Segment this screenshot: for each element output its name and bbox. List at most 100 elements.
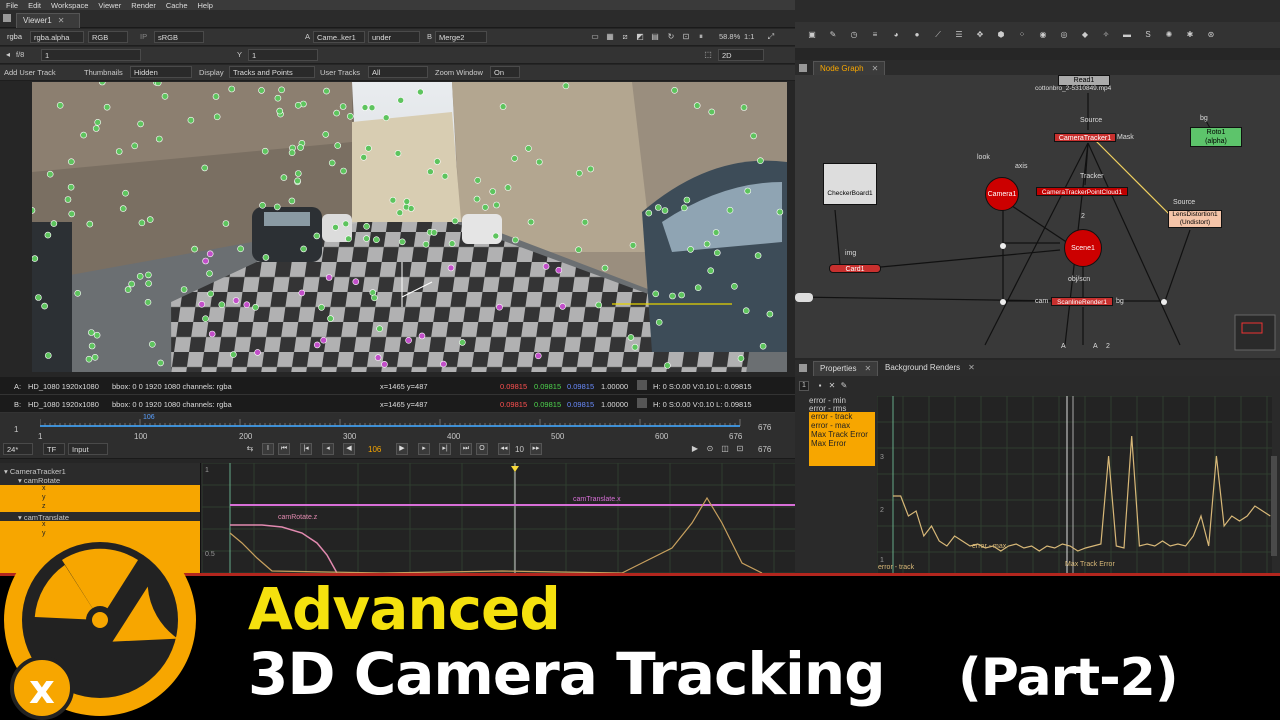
solved-point-marker[interactable] (254, 349, 261, 356)
solved-point-marker[interactable] (232, 297, 240, 304)
track-point-marker[interactable] (712, 229, 720, 236)
track-point-marker[interactable] (448, 240, 456, 247)
tree-rotate-items[interactable]: x y z (0, 485, 200, 512)
frame-icon[interactable]: ⬚ (703, 50, 713, 60)
track-point-marker[interactable] (157, 359, 164, 367)
tree-item-ry[interactable]: y (42, 494, 46, 501)
track-point-marker[interactable] (218, 301, 226, 308)
tf-select[interactable]: TF (43, 443, 65, 455)
solved-point-marker[interactable] (534, 352, 542, 360)
track-point-marker[interactable] (427, 168, 434, 175)
track-point-marker[interactable] (382, 114, 390, 122)
track-point-marker[interactable] (230, 351, 237, 358)
track-point-marker[interactable] (368, 104, 376, 112)
overlay-icon[interactable]: ◩ (635, 32, 645, 42)
step-back-button[interactable]: ◂◂ (498, 443, 510, 455)
track-point-marker[interactable] (345, 235, 352, 243)
solved-point-marker[interactable] (198, 301, 206, 308)
solved-point-marker[interactable] (447, 264, 455, 272)
track-point-marker[interactable] (145, 271, 152, 279)
solved-point-marker[interactable] (208, 330, 216, 338)
track-point-marker[interactable] (459, 339, 466, 346)
track-point-marker[interactable] (655, 319, 663, 326)
track-point-marker[interactable] (41, 302, 48, 310)
track-point-marker[interactable] (474, 177, 482, 184)
solved-point-marker[interactable] (418, 332, 426, 340)
menu-item-edit[interactable]: Edit (28, 1, 41, 10)
node-scanlinerender1[interactable]: ScanlineRender1 (1051, 297, 1113, 306)
tree-item-rx[interactable]: x (42, 485, 46, 492)
track-point-marker[interactable] (156, 135, 163, 143)
track-point-marker[interactable] (280, 174, 288, 181)
track-point-marker[interactable] (708, 108, 716, 116)
tree-group-rotate[interactable]: ▾ camRotate (18, 476, 60, 485)
track-point-marker[interactable] (363, 235, 370, 242)
draw-nodes-icon[interactable]: ✎ (828, 30, 838, 40)
track-point-marker[interactable] (138, 219, 146, 227)
track-point-marker[interactable] (297, 144, 304, 151)
track-point-marker[interactable] (294, 101, 302, 109)
track-point-marker[interactable] (74, 290, 82, 297)
track-point-marker[interactable] (340, 167, 347, 175)
track-point-marker[interactable] (627, 334, 635, 341)
gain-field[interactable]: 1 (41, 49, 141, 61)
loop-icon[interactable]: ⇆ (245, 444, 255, 454)
track-point-marker[interactable] (661, 207, 669, 214)
out-point-button[interactable]: O (476, 443, 488, 455)
track-point-marker[interactable] (288, 149, 296, 156)
track-point-marker[interactable] (430, 229, 438, 236)
track-point-marker[interactable] (187, 116, 195, 124)
track-point-marker[interactable] (575, 246, 582, 253)
play-backward-button[interactable]: ◀ (343, 443, 355, 455)
track-point-marker[interactable] (601, 264, 609, 272)
menu-item-viewer[interactable]: Viewer (98, 1, 121, 10)
track-point-marker[interactable] (180, 286, 188, 293)
track-point-marker[interactable] (535, 158, 543, 166)
solved-point-marker[interactable] (206, 250, 214, 258)
track-point-marker[interactable] (56, 101, 64, 109)
error-item-max-track[interactable]: Max Track Error (811, 430, 868, 439)
node-offscreen-input[interactable] (795, 293, 813, 302)
node-card1[interactable]: Card1 (829, 264, 881, 273)
track-point-marker[interactable] (92, 125, 100, 132)
error-graph[interactable]: 3 2 1 error - max error - track Max Trac… (877, 396, 1272, 574)
error-item-max[interactable]: error - max (811, 421, 850, 430)
tab-properties[interactable]: Properties ✕ (813, 361, 879, 376)
track-point-marker[interactable] (274, 94, 282, 102)
zoom-value[interactable]: 58.8% (719, 32, 740, 41)
other-nodes-icon[interactable]: ▬ (1122, 30, 1132, 40)
track-point-marker[interactable] (80, 131, 87, 139)
track-point-marker[interactable] (512, 236, 519, 244)
menu-item-render[interactable]: Render (131, 1, 156, 10)
track-point-marker[interactable] (145, 280, 152, 287)
track-point-marker[interactable] (726, 206, 734, 214)
track-point-marker[interactable] (499, 103, 507, 110)
flipbook-icon[interactable]: ▶ (690, 444, 700, 454)
3d-nodes-icon[interactable]: ⬢ (996, 30, 1006, 40)
filter-nodes-icon[interactable]: ● (912, 30, 922, 40)
track-point-marker[interactable] (276, 107, 283, 115)
node-scene1[interactable]: Scene1 (1064, 229, 1102, 267)
close-bg-renders-icon[interactable]: ✕ (968, 363, 975, 372)
track-point-marker[interactable] (365, 145, 372, 152)
properties-menu-icon[interactable] (799, 364, 807, 372)
menu-item-file[interactable]: File (6, 1, 18, 10)
track-point-marker[interactable] (313, 232, 321, 240)
error-item-track[interactable]: error - track (811, 412, 852, 421)
track-point-marker[interactable] (394, 150, 402, 157)
add-user-track-button[interactable]: Add User Track (4, 68, 56, 77)
track-point-marker[interactable] (371, 294, 378, 302)
track-point-marker[interactable] (191, 245, 198, 253)
track-point-marker[interactable] (360, 154, 368, 161)
track-point-marker[interactable] (680, 204, 688, 212)
track-point-marker[interactable] (694, 284, 702, 291)
track-point-marker[interactable] (664, 362, 671, 369)
merge-nodes-icon[interactable]: ☰ (954, 30, 964, 40)
track-point-marker[interactable] (67, 183, 75, 191)
node-graph[interactable]: Read1 cottonbro_2-5310849.mp4 Source Cam… (795, 75, 1280, 358)
tree-item-rz[interactable]: z (42, 503, 46, 510)
fps-select[interactable]: 24* (3, 443, 33, 455)
lut-select[interactable]: sRGB (154, 31, 204, 43)
track-point-marker[interactable] (757, 157, 764, 164)
thumbnails-select[interactable]: Hidden (130, 66, 192, 78)
